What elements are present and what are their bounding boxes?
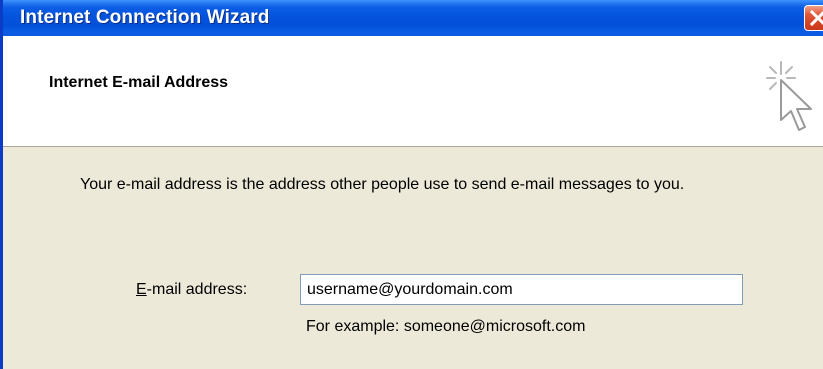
description-text: Your e-mail address is the address other… xyxy=(80,176,685,193)
close-button[interactable] xyxy=(804,5,823,31)
window-title: Internet Connection Wizard xyxy=(20,7,270,28)
email-label-accelerator: E xyxy=(136,281,147,298)
wizard-window: Internet Connection Wizard Internet E-ma… xyxy=(0,0,823,369)
example-text: For example: someone@microsoft.com xyxy=(306,318,586,335)
email-label-text: -mail address: xyxy=(146,281,248,298)
page-title: Internet E-mail Address xyxy=(49,74,229,91)
close-icon xyxy=(809,9,823,27)
wizard-body: Your e-mail address is the address other… xyxy=(3,147,823,369)
wizard-header: Internet E-mail Address xyxy=(3,36,823,147)
title-bar[interactable]: Internet Connection Wizard xyxy=(3,0,823,36)
email-address-input[interactable] xyxy=(300,274,743,305)
email-address-label: E-mail address: xyxy=(136,281,247,299)
wizard-cursor-icon xyxy=(766,61,812,131)
